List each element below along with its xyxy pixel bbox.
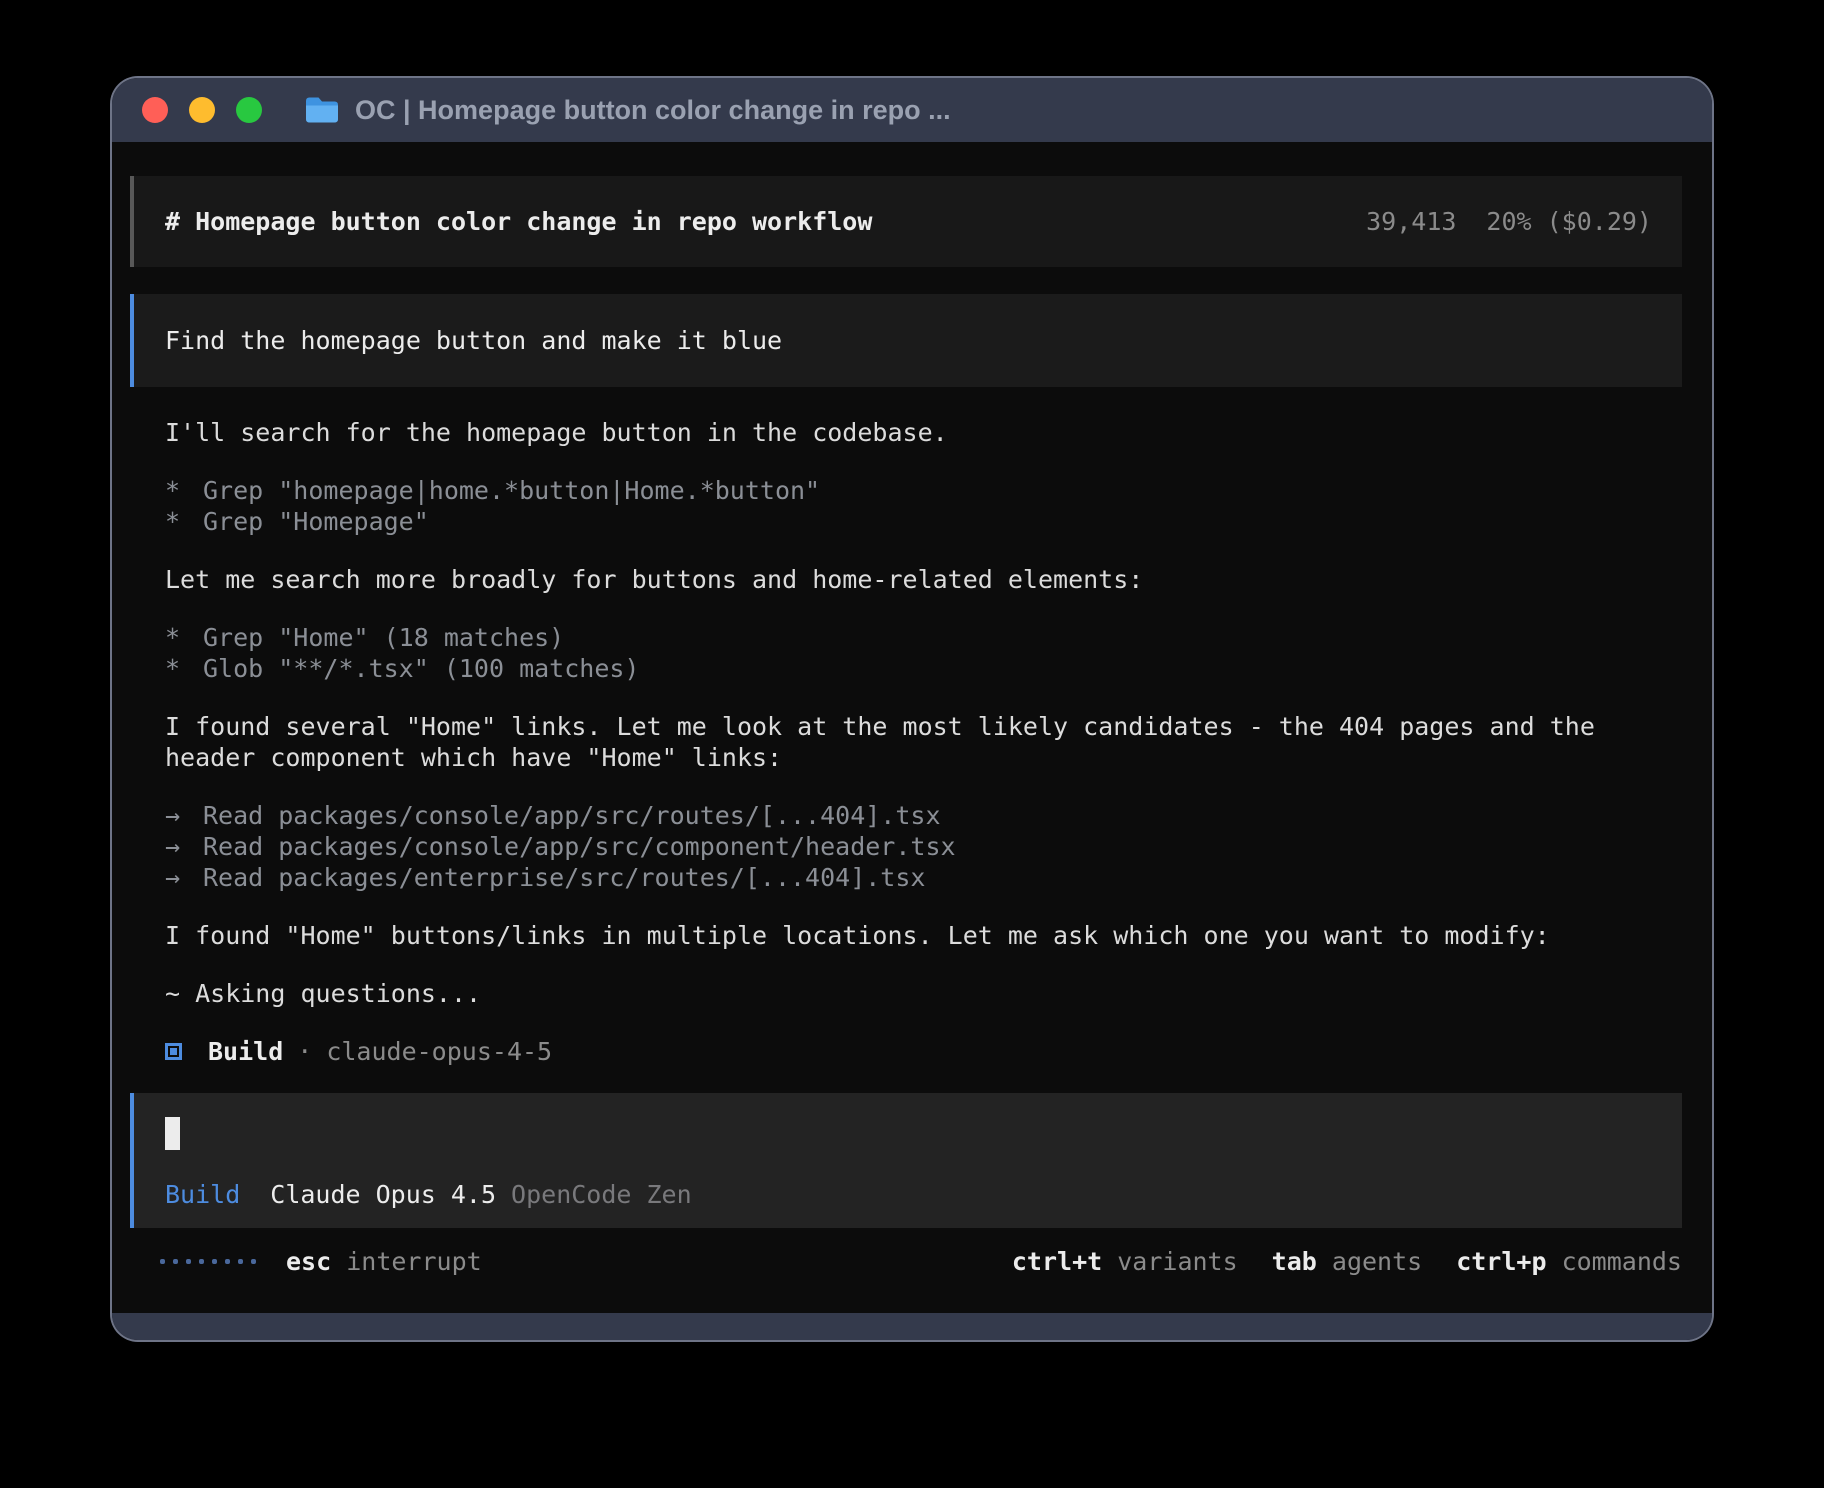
- session-header: # Homepage button color change in repo w…: [130, 176, 1682, 267]
- hints-left: esc interrupt: [160, 1246, 482, 1277]
- text-cursor: [165, 1117, 180, 1150]
- user-message-text: Find the homepage button and make it blu…: [165, 326, 782, 355]
- tool-call-group: → Read packages/console/app/src/routes/[…: [165, 800, 1682, 893]
- agent-row: Build · claude-opus-4-5: [165, 1036, 1682, 1067]
- zoom-button[interactable]: [236, 97, 262, 123]
- context-usage: 20% ($0.29): [1486, 206, 1652, 237]
- tool-bullet-icon: *: [165, 622, 203, 653]
- minimize-button[interactable]: [189, 97, 215, 123]
- window-title: OC | Homepage button color change in rep…: [355, 95, 951, 126]
- session-stats: 39,413 20% ($0.29): [1366, 206, 1652, 237]
- tool-call-grep: * Grep "Home" (18 matches): [165, 622, 1682, 653]
- assistant-paragraph: I found "Home" buttons/links in multiple…: [165, 920, 1682, 951]
- tool-call-group: * Grep "Home" (18 matches) * Glob "**/*.…: [165, 622, 1682, 684]
- tool-bullet-icon: *: [165, 475, 203, 506]
- hint-interrupt: esc interrupt: [286, 1246, 482, 1277]
- agent-separator: ·: [297, 1036, 312, 1067]
- hint-variants: ctrl+t variants: [1012, 1246, 1238, 1277]
- provider-label: OpenCode Zen: [511, 1179, 692, 1210]
- tool-call-label: Read packages/console/app/src/routes/[..…: [203, 800, 941, 831]
- tool-call-group: * Grep "homepage|home.*button|Home.*butt…: [165, 475, 1682, 537]
- terminal-content: # Homepage button color change in repo w…: [112, 142, 1712, 1313]
- tool-call-grep: * Grep "homepage|home.*button|Home.*butt…: [165, 475, 1682, 506]
- tool-call-label: Read packages/enterprise/src/routes/[...…: [203, 862, 925, 893]
- tool-call-read: → Read packages/enterprise/src/routes/[.…: [165, 862, 1682, 893]
- tool-call-label: Glob "**/*.tsx" (100 matches): [203, 653, 640, 684]
- input-status-line: Build Claude Opus 4.5 OpenCode Zen: [165, 1179, 1651, 1210]
- model-label[interactable]: Claude Opus 4.5: [270, 1179, 496, 1210]
- arrow-right-icon: →: [165, 800, 203, 831]
- titlebar[interactable]: OC | Homepage button color change in rep…: [112, 78, 1712, 142]
- working-status: ~ Asking questions...: [165, 978, 1682, 1009]
- tool-call-read: → Read packages/console/app/src/componen…: [165, 831, 1682, 862]
- tool-bullet-icon: *: [165, 506, 203, 537]
- tool-call-read: → Read packages/console/app/src/routes/[…: [165, 800, 1682, 831]
- window-title-group: OC | Homepage button color change in rep…: [304, 95, 951, 126]
- session-title: # Homepage button color change in repo w…: [165, 206, 872, 237]
- assistant-paragraph: I found several "Home" links. Let me loo…: [165, 711, 1682, 773]
- agent-mode-label[interactable]: Build: [165, 1179, 240, 1210]
- tool-call-grep: * Grep "Homepage": [165, 506, 1682, 537]
- tool-call-label: Grep "Homepage": [203, 506, 429, 537]
- user-message: Find the homepage button and make it blu…: [130, 294, 1682, 387]
- tool-call-glob: * Glob "**/*.tsx" (100 matches): [165, 653, 1682, 684]
- hint-bar: esc interrupt ctrl+t variants tab agents…: [160, 1246, 1682, 1277]
- assistant-paragraph: I'll search for the homepage button in t…: [165, 417, 1682, 448]
- agent-build-icon: [165, 1043, 182, 1060]
- hint-agents: tab agents: [1272, 1246, 1423, 1277]
- tool-call-label: Grep "Home" (18 matches): [203, 622, 564, 653]
- hints-right: ctrl+t variants tab agents ctrl+p comman…: [1012, 1246, 1682, 1277]
- agent-name: Build: [208, 1036, 283, 1067]
- arrow-right-icon: →: [165, 831, 203, 862]
- hint-commands: ctrl+p commands: [1456, 1246, 1682, 1277]
- tool-bullet-icon: *: [165, 653, 203, 684]
- tool-call-label: Read packages/console/app/src/component/…: [203, 831, 956, 862]
- arrow-right-icon: →: [165, 862, 203, 893]
- agent-model: claude-opus-4-5: [326, 1036, 552, 1067]
- terminal-window: OC | Homepage button color change in rep…: [112, 78, 1712, 1340]
- folder-icon: [304, 96, 340, 124]
- token-count: 39,413: [1366, 206, 1456, 237]
- prompt-input[interactable]: Build Claude Opus 4.5 OpenCode Zen: [130, 1093, 1682, 1228]
- assistant-paragraph: Let me search more broadly for buttons a…: [165, 564, 1682, 595]
- tool-call-label: Grep "homepage|home.*button|Home.*button…: [203, 475, 820, 506]
- spinner-dots-icon: [160, 1259, 256, 1264]
- window-footer-strip: [112, 1313, 1712, 1340]
- close-button[interactable]: [142, 97, 168, 123]
- traffic-lights: [142, 97, 262, 123]
